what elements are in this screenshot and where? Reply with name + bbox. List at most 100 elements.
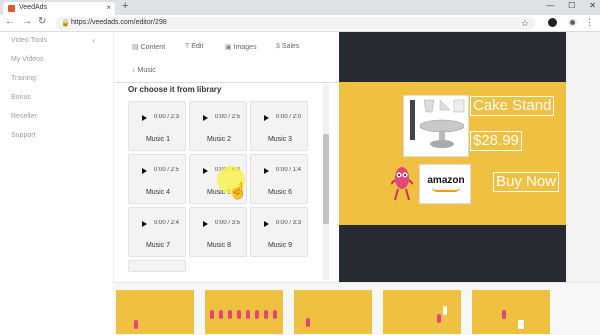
track-name: Music 8 [206, 242, 232, 249]
image-icon: ▣ [225, 44, 232, 51]
ad-price[interactable]: $28.99 [470, 131, 522, 151]
video-preview[interactable]: amazon Cake Stand $28.99 Buy Now [339, 32, 566, 282]
track-time: 0:00 / 1:4 [276, 167, 302, 173]
text-icon: T [185, 43, 190, 50]
editor-panel: ▤ Content T Edit ▣ Images $ Sales ♪ Musi… [113, 32, 339, 282]
back-icon[interactable]: ← [5, 16, 15, 27]
maximize-icon[interactable]: ☐ [568, 1, 575, 10]
tab-sales[interactable]: $ Sales [276, 43, 299, 50]
scene-thumbnail[interactable] [294, 290, 372, 334]
veedads-favicon-icon [8, 5, 15, 12]
play-icon[interactable] [203, 168, 208, 174]
music-card[interactable] [128, 260, 186, 272]
track-time: 0:00 / 3:5 [215, 220, 241, 226]
hand-cursor-icon: ☝ [228, 183, 248, 200]
track-name: Music 1 [145, 136, 171, 143]
lock-icon: 🔒 [61, 20, 70, 27]
scrollbar-thumb[interactable] [323, 134, 329, 224]
mascot-icon [273, 310, 277, 319]
content-icon: ▤ [132, 44, 139, 51]
track-time: 0:00 / 2:4 [154, 220, 180, 226]
track-name: Music 6 [267, 189, 293, 196]
tab-music[interactable]: ♪ Music [132, 67, 156, 74]
tab-edit-label: Edit [191, 43, 204, 50]
tab-sales-label: Sales [281, 43, 300, 50]
music-card[interactable]: 0:00 / 3:5 Music 8 [189, 207, 247, 257]
library-title: Or choose it from library [128, 85, 222, 94]
music-card[interactable]: 0:00 / 1:4 Music 6 [250, 154, 308, 204]
track-time: 0:00 / 2:5 [154, 167, 180, 173]
sidebar-item-video-tools[interactable]: Video Tools [11, 37, 47, 44]
ad-product-name[interactable]: Cake Stand [470, 96, 555, 116]
mascot-icon [134, 320, 138, 329]
music-card[interactable]: 0:00 / 2:3 Music 1 [128, 101, 186, 151]
browser-tab[interactable]: VeedAds × [3, 2, 115, 15]
play-icon[interactable] [264, 221, 269, 227]
url-text[interactable]: https://veedads.com/editor/298 [71, 19, 167, 26]
bookmark-star-icon[interactable]: ☆ [521, 18, 529, 29]
music-card[interactable]: 0:00 / 2:4 Music 7 [128, 207, 186, 257]
reload-icon[interactable]: ↻ [38, 16, 46, 27]
close-tab-icon[interactable]: × [106, 3, 111, 12]
tab-images-label: Images [233, 43, 257, 51]
dollar-icon: $ [276, 43, 280, 50]
scene-thumbnail[interactable] [116, 290, 194, 334]
play-icon[interactable] [203, 221, 208, 227]
music-card[interactable]: 0:00 / 2:5 Music 4 [128, 154, 186, 204]
tab-content-label: Content [140, 43, 166, 51]
window-controls: — ☐ ✕ [546, 1, 596, 10]
play-icon[interactable] [264, 115, 269, 121]
scene-thumbnail[interactable] [472, 290, 550, 334]
collapse-sidebar-icon[interactable]: ‹ [92, 36, 95, 45]
sidebar-item-support[interactable]: Support [11, 132, 36, 139]
browser-tab-bar: VeedAds × + — ☐ ✕ [0, 0, 600, 15]
play-icon[interactable] [264, 168, 269, 174]
music-card[interactable]: 0:00 / 2:5 Music 2 [189, 101, 247, 151]
mascot-icon [219, 310, 223, 319]
product-icon [518, 320, 524, 329]
browser-menu-icon[interactable]: ⋮ [585, 17, 594, 28]
mascot-icon [391, 167, 413, 201]
mascot-icon [502, 310, 506, 319]
track-name: Music 2 [206, 136, 232, 143]
app-sidebar: ‹ Video Tools My Videos Training Bonus R… [0, 32, 113, 335]
play-icon[interactable] [142, 115, 147, 121]
play-icon[interactable] [203, 115, 208, 121]
sidebar-item-bonus[interactable]: Bonus [11, 94, 31, 101]
tab-edit[interactable]: T Edit [185, 43, 203, 50]
music-card[interactable]: 0:00 / 3:3 Music 9 [250, 207, 308, 257]
scene-thumbnail[interactable] [383, 290, 461, 334]
mascot-icon [228, 310, 232, 319]
ad-banner: amazon Cake Stand $28.99 Buy Now [339, 82, 566, 225]
scene-thumbnail[interactable] [205, 290, 283, 334]
sidebar-item-reseller[interactable]: Reseller [11, 113, 37, 120]
cake-stand-icon [410, 99, 465, 148]
music-card[interactable]: 0:00 / 2:0 Music 3 [250, 101, 308, 151]
mascot-icon [237, 310, 241, 319]
minimize-icon[interactable]: — [546, 1, 554, 10]
ad-buy-button[interactable]: Buy Now [493, 172, 560, 192]
sidebar-item-training[interactable]: Training [11, 75, 36, 82]
play-icon[interactable] [142, 168, 147, 174]
extension-icon[interactable] [548, 18, 557, 27]
track-time: 0:00 / 2:0 [276, 114, 302, 120]
library-scrollbar[interactable] [323, 84, 329, 280]
product-image [403, 95, 469, 157]
track-time: 0:00 / 2:5 [215, 114, 241, 120]
track-name: Music 7 [145, 242, 171, 249]
close-window-icon[interactable]: ✕ [589, 1, 596, 10]
sidebar-item-my-videos[interactable]: My Videos [11, 56, 44, 63]
profile-avatar-icon[interactable] [568, 18, 577, 27]
tab-title: VeedAds [19, 4, 48, 11]
tab-content[interactable]: ▤ Content [132, 43, 166, 52]
forward-icon[interactable]: → [22, 16, 32, 27]
mascot-icon [264, 310, 268, 319]
address-bar[interactable]: 🔒 https://veedads.com/editor/298 ☆ [55, 17, 535, 30]
track-time: 0:00 / 2:3 [154, 114, 180, 120]
product-icon [443, 306, 447, 315]
new-tab-button[interactable]: + [122, 0, 128, 12]
track-name: Music 4 [145, 189, 171, 196]
play-icon[interactable] [142, 221, 147, 227]
tab-images[interactable]: ▣ Images [225, 43, 257, 52]
browser-toolbar: ← → ↻ 🔒 https://veedads.com/editor/298 ☆… [0, 15, 600, 32]
